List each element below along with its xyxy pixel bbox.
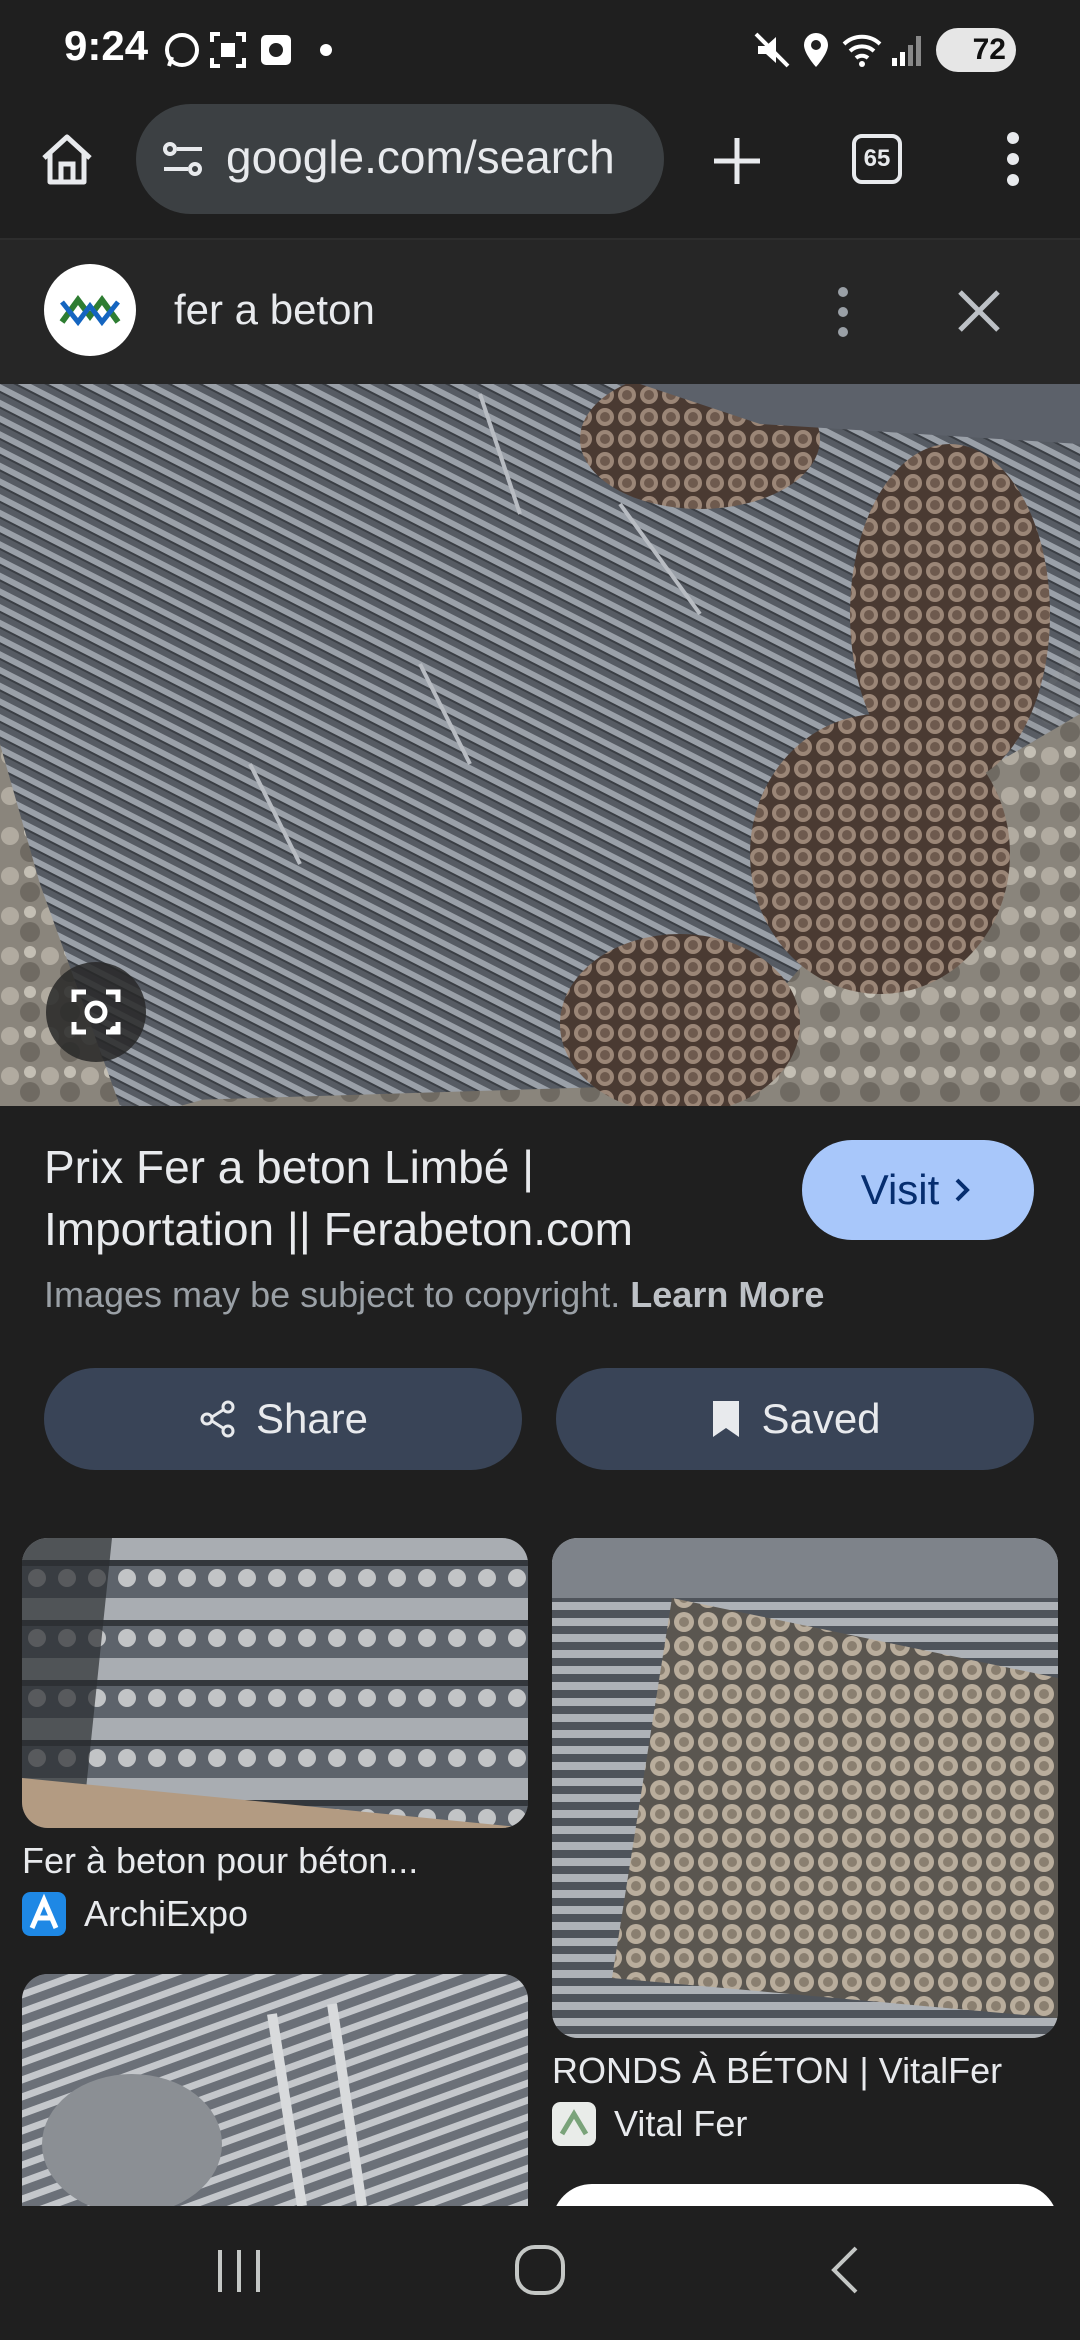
saved-label: Saved xyxy=(761,1395,881,1442)
google-lens-icon xyxy=(71,989,121,1035)
main-result-image[interactable] xyxy=(0,384,1080,1106)
home-icon[interactable] xyxy=(38,130,96,188)
learn-more-link[interactable]: Learn More xyxy=(630,1274,824,1315)
visit-button[interactable]: Visit xyxy=(802,1140,1034,1240)
related-title-1[interactable]: Fer à beton pour béton... xyxy=(22,1840,418,1882)
battery-indicator: 72 xyxy=(936,28,1016,72)
related-source-2-name: Vital Fer xyxy=(614,2103,748,2144)
visit-label: Visit xyxy=(860,1166,940,1213)
related-source-2[interactable]: Vital Fer xyxy=(552,2102,747,2146)
location-icon xyxy=(804,33,828,67)
related-image-3[interactable] xyxy=(22,1974,528,2206)
share-button[interactable]: Share xyxy=(44,1368,522,1470)
url-text[interactable]: google.com/search xyxy=(226,130,615,184)
related-source-1[interactable]: Vital Fer ArchiExpo xyxy=(22,1892,248,1936)
warehouse-rebar-photo xyxy=(22,1538,528,1828)
new-tab-icon[interactable] xyxy=(710,134,764,188)
address-bar[interactable]: google.com/search xyxy=(136,104,664,214)
wifi-icon xyxy=(842,34,882,67)
home-nav-icon[interactable] xyxy=(512,2242,568,2298)
screenshot-icon xyxy=(210,32,246,68)
related-title-2[interactable]: RONDS À BÉTON | VitalFer xyxy=(552,2050,1002,2092)
ferabeton-logo-icon xyxy=(59,294,121,327)
site-settings-icon[interactable] xyxy=(160,136,206,182)
related-image-1[interactable] xyxy=(22,1538,528,1828)
more-options-icon[interactable] xyxy=(990,130,1036,188)
lens-button[interactable] xyxy=(46,962,146,1062)
rebar-photo xyxy=(0,384,1080,1106)
dot-icon xyxy=(320,44,332,56)
back-icon[interactable] xyxy=(826,2244,866,2296)
share-icon xyxy=(200,1400,235,1438)
saved-button[interactable]: Saved xyxy=(556,1368,1034,1470)
status-time: 9:24 xyxy=(64,22,149,69)
copyright-text: Images may be subject to copyright. xyxy=(44,1274,621,1315)
signal-icon xyxy=(892,36,921,66)
site-logo xyxy=(44,264,136,356)
rebar-bundle-photo xyxy=(22,1974,528,2206)
archiexpo-favicon-icon xyxy=(22,1892,66,1936)
app-icon xyxy=(261,35,291,65)
vitalfer-favicon-icon xyxy=(552,2102,596,2146)
tab-switcher-button[interactable]: 65 xyxy=(852,134,902,184)
whatsapp-icon xyxy=(165,33,199,67)
related-source-1-name: ArchiExpo xyxy=(84,1893,249,1934)
result-header xyxy=(0,240,1080,384)
battery-level: 72 xyxy=(972,33,1006,66)
chevron-right-icon xyxy=(955,1178,971,1202)
tab-count: 65 xyxy=(863,145,891,172)
related-image-2[interactable] xyxy=(552,1538,1058,2038)
close-icon[interactable] xyxy=(954,286,1004,336)
recent-apps-icon[interactable] xyxy=(212,2246,266,2296)
copyright-notice: Images may be subject to copyright. Lear… xyxy=(44,1274,824,1316)
header-menu-icon[interactable] xyxy=(826,284,860,340)
bookmark-icon xyxy=(713,1401,740,1437)
result-title[interactable]: Prix Fer a beton Limbé | Importation || … xyxy=(44,1136,764,1260)
mute-icon xyxy=(754,32,790,68)
share-label: Share xyxy=(255,1395,369,1442)
stacked-rebar-photo xyxy=(552,1538,1058,2038)
result-query: fer a beton xyxy=(174,286,375,333)
